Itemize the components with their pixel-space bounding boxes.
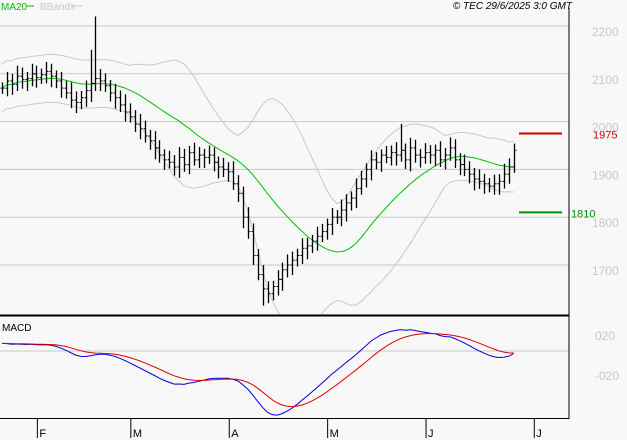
month-label: J	[536, 428, 542, 440]
month-label: A	[231, 428, 239, 440]
price-tick-label: 2000	[592, 121, 619, 135]
price-tick-label: 1700	[592, 264, 619, 278]
month-label: J	[428, 428, 434, 440]
month-label: F	[39, 428, 46, 440]
legend-ma20: MA20	[1, 2, 28, 13]
macd-tick-label: 020	[595, 329, 615, 343]
price-tick-label: 2200	[592, 25, 619, 39]
price-tick-label: 2100	[592, 73, 619, 87]
month-label: M	[133, 428, 142, 440]
chart-background	[0, 0, 627, 440]
legend-bbands: BBands	[40, 2, 75, 13]
price-tick-label: 1800	[592, 216, 619, 230]
copyright-timestamp: © TEC 29/6/2025 3:0 GMT	[453, 1, 573, 12]
price-tick-label: 1900	[592, 168, 619, 182]
macd-label: MACD	[2, 323, 31, 334]
macd-tick-label: -020	[595, 369, 619, 383]
price-chart: 19751810 220021002000190018001700020-020…	[0, 0, 627, 440]
month-label: M	[330, 428, 339, 440]
